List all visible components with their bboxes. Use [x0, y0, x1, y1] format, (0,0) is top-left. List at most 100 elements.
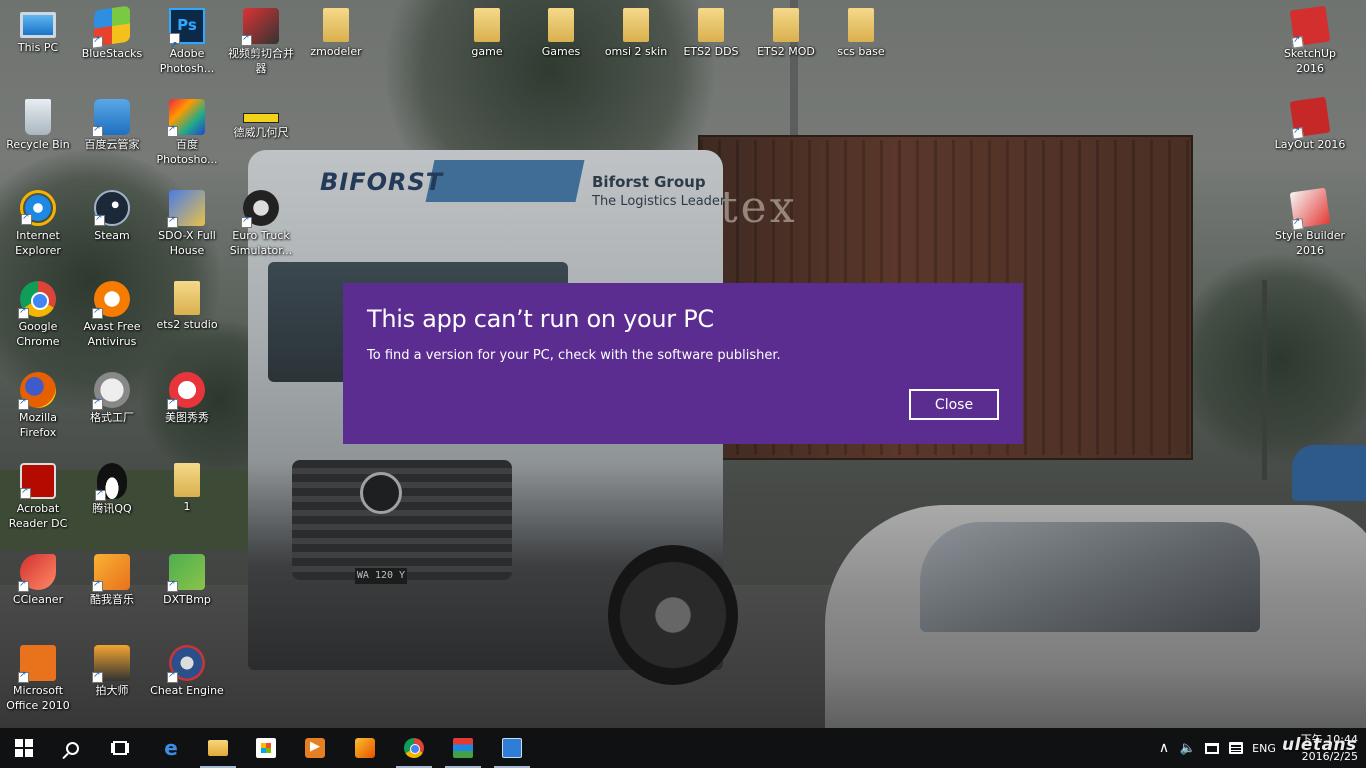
desktop-icon-pai-dashi[interactable]: 拍大师	[74, 637, 150, 725]
desktop-icon-omsi-2-skin[interactable]: omsi 2 skin	[598, 0, 674, 88]
desktop-icon-internet-explorer[interactable]: Internet Explorer	[0, 182, 76, 270]
icon-label: 酷我音乐	[90, 593, 134, 606]
search-button[interactable]	[48, 728, 96, 768]
desktop-icon-cheat-engine[interactable]: Cheat Engine	[149, 637, 225, 725]
icon-label: 腾讯QQ	[92, 502, 132, 515]
desktop-icon-style-builder[interactable]: Style Builder 2016	[1272, 182, 1348, 270]
icon-label: 1	[183, 500, 191, 513]
icon-label: This PC	[17, 41, 59, 54]
format-factory-icon	[92, 372, 130, 410]
chevron-up-icon: ∧	[1158, 740, 1170, 756]
desktop-icon-this-pc[interactable]: This PC	[0, 0, 76, 88]
folder-icon	[174, 463, 200, 497]
taskbar-flag-app[interactable]	[439, 728, 487, 768]
desktop-icon-kuwo-music[interactable]: 酷我音乐	[74, 546, 150, 634]
icon-label: Microsoft Office 2010	[6, 684, 70, 712]
desktop-icon-qq[interactable]: 腾讯QQ	[74, 455, 150, 543]
icon-label: scs base	[837, 45, 885, 58]
desktop-icon-ccleaner[interactable]: CCleaner	[0, 546, 76, 634]
office-icon	[18, 645, 56, 683]
truck-emblem	[360, 472, 402, 514]
action-center-icon	[1229, 742, 1243, 754]
taskbar-file-explorer[interactable]	[194, 728, 242, 768]
desktop-icon-dxtbmp[interactable]: DXTBmp	[149, 546, 225, 634]
desktop-icon-sdo-x[interactable]: SDO-X Full House	[149, 182, 225, 270]
watermark: uletans	[1282, 735, 1357, 755]
taskbar-chrome[interactable]	[390, 728, 438, 768]
desktop-icon-mozilla-firefox[interactable]: Mozilla Firefox	[0, 364, 76, 452]
truck-stripe	[425, 160, 585, 202]
desktop-icon-google-chrome[interactable]: Google Chrome	[0, 273, 76, 361]
icon-label: 拍大师	[95, 684, 129, 697]
desktop-icon-acrobat-reader[interactable]: Acrobat Reader DC	[0, 455, 76, 543]
desktop-icon-format-factory[interactable]: 格式工厂	[74, 364, 150, 452]
taskbar-app[interactable]	[488, 728, 536, 768]
network-button[interactable]	[1201, 728, 1223, 768]
desktop-icon-ets2-dds[interactable]: ETS2 DDS	[673, 0, 749, 88]
desktop-icon-euro-truck-simulator[interactable]: Euro Truck Simulator...	[223, 182, 299, 270]
icon-label: Mozilla Firefox	[19, 411, 57, 439]
baidu-cloud-icon	[92, 99, 130, 137]
desktop-icon-recycle-bin[interactable]: Recycle Bin	[0, 91, 76, 179]
start-button[interactable]	[0, 728, 48, 768]
desktop-icon-steam[interactable]: Steam	[74, 182, 150, 270]
action-center-button[interactable]	[1225, 728, 1247, 768]
show-hidden-icons-button[interactable]: ∧	[1153, 728, 1175, 768]
icon-label: Avast Free Antivirus	[83, 320, 141, 348]
desktop-icon-game[interactable]: game	[449, 0, 525, 88]
edge-icon: e	[164, 736, 178, 760]
desktop-icon-baidu-photoshop[interactable]: 百度 Photosho...	[149, 91, 225, 179]
desktop-icon-ets2-mod[interactable]: ETS2 MOD	[748, 0, 824, 88]
acrobat-icon	[20, 463, 56, 499]
desktop-icon-office-2010[interactable]: Microsoft Office 2010	[0, 637, 76, 725]
icon-label: omsi 2 skin	[604, 45, 668, 58]
desktop-icon-ruler[interactable]: 德威几何尺	[223, 91, 299, 179]
folder-icon	[848, 8, 874, 42]
volume-button[interactable]: 🔈	[1177, 728, 1199, 768]
taskbar-edge[interactable]: e	[147, 728, 195, 768]
desktop-icon-sketchup[interactable]: SketchUp 2016	[1272, 0, 1348, 88]
avast-icon	[92, 281, 130, 319]
icon-label: DXTBmp	[163, 593, 211, 606]
task-view-button[interactable]	[96, 728, 144, 768]
desktop-icon-layout[interactable]: LayOut 2016	[1272, 91, 1348, 179]
desktop-icon-zmodeler[interactable]: zmodeler	[298, 0, 374, 88]
icon-label: Games	[541, 45, 581, 58]
recycle-bin-icon	[25, 99, 51, 135]
internet-explorer-icon	[20, 190, 56, 226]
folder-icon	[698, 8, 724, 42]
cheat-engine-icon	[167, 645, 205, 683]
desktop-icon-meitu[interactable]: 美图秀秀	[149, 364, 225, 452]
chrome-icon	[404, 738, 424, 758]
dialog-title: This app can’t run on your PC	[367, 305, 714, 333]
icon-label: 德威几何尺	[233, 126, 289, 139]
task-view-icon	[113, 741, 127, 755]
truck-company-tagline: The Logistics Leader	[592, 194, 726, 209]
volume-icon: 🔈	[1179, 740, 1197, 756]
input-language-button[interactable]: ENG	[1249, 728, 1279, 768]
taskbar-media-player[interactable]	[291, 728, 339, 768]
taskbar-store[interactable]	[242, 728, 290, 768]
desktop-icon-baidu-cloud[interactable]: 百度云管家	[74, 91, 150, 179]
taskbar: e ∧ 🔈 ENG 下午 10:44 2016/2/25	[0, 728, 1366, 768]
steam-icon	[94, 190, 130, 226]
chrome-icon	[18, 281, 56, 319]
icon-label: 视频剪切合并器	[228, 47, 294, 75]
close-button[interactable]: Close	[909, 389, 999, 420]
desktop-icon-avast[interactable]: Avast Free Antivirus	[74, 273, 150, 361]
taskbar-kuwo[interactable]	[341, 728, 389, 768]
layout-icon	[1289, 96, 1331, 140]
folder-icon	[174, 281, 200, 315]
desktop-icon-scs-base[interactable]: scs base	[823, 0, 899, 88]
desktop-icon-folder-1[interactable]: 1	[149, 455, 225, 543]
desktop-icon-bluestacks[interactable]: BlueStacks	[74, 0, 150, 88]
icon-label: Google Chrome	[16, 320, 60, 348]
palm-tree	[1180, 250, 1366, 470]
desktop-icon-video-cutter[interactable]: 视频剪切合并器	[223, 0, 299, 88]
desktop-icon-games[interactable]: Games	[523, 0, 599, 88]
truck-brand-text: BIFORST	[320, 168, 444, 196]
desktop-icon-adobe-photoshop[interactable]: Ps Adobe Photosh...	[149, 0, 225, 88]
desktop-icon-ets2-studio[interactable]: ets2 studio	[149, 273, 225, 361]
search-icon	[65, 741, 79, 755]
firefox-icon	[18, 372, 56, 410]
